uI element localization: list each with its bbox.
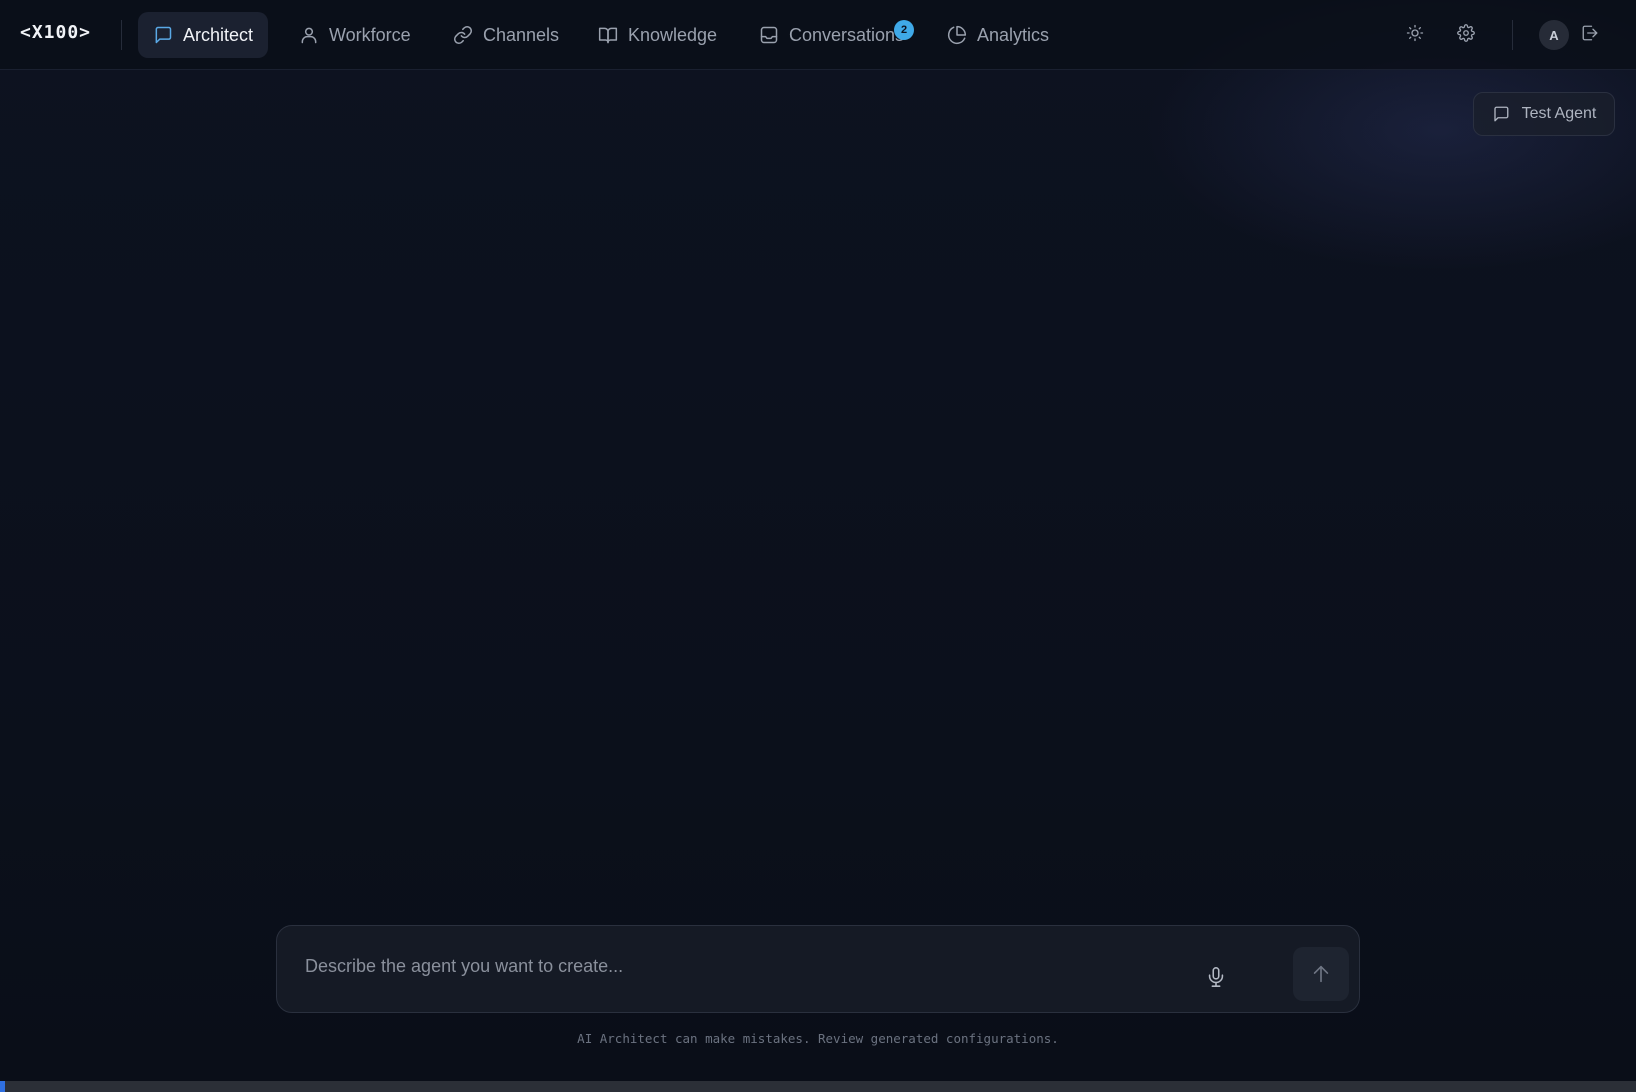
tab-conversations[interactable]: Conversations 2 (744, 12, 919, 58)
tab-workforce-label: Workforce (329, 24, 411, 45)
top-navigation-bar: <X100> Architect Workforce Channels Know (0, 0, 1636, 70)
theme-toggle-button[interactable] (1402, 22, 1428, 48)
conversations-count-badge: 2 (894, 19, 915, 40)
test-agent-button[interactable]: Test Agent (1473, 92, 1615, 136)
tab-architect-label: Architect (183, 24, 254, 45)
users-icon (299, 25, 319, 45)
arrow-up-icon (1310, 963, 1332, 985)
book-icon (598, 25, 618, 45)
tab-workforce[interactable]: Workforce (284, 12, 426, 58)
tab-knowledge-label: Knowledge (628, 24, 718, 45)
send-button[interactable] (1293, 947, 1349, 1001)
tab-channels-label: Channels (483, 24, 560, 45)
voice-input-button[interactable] (1203, 962, 1229, 992)
microphone-icon (1205, 965, 1227, 989)
tab-analytics-label: Analytics (977, 24, 1050, 45)
user-avatar[interactable]: A (1539, 20, 1569, 50)
tab-analytics[interactable]: Analytics (932, 12, 1064, 58)
message-square-icon (1492, 105, 1522, 123)
app-logo[interactable]: <X100> (20, 22, 91, 43)
progress-track (0, 1081, 1636, 1092)
chat-bubble-icon (153, 25, 173, 45)
ai-disclaimer: AI Architect can make mistakes. Review g… (577, 1031, 1059, 1046)
tab-knowledge[interactable]: Knowledge (583, 12, 732, 58)
tab-conversations-label: Conversations (789, 24, 905, 45)
gear-icon (1457, 23, 1475, 47)
settings-button[interactable] (1453, 22, 1479, 48)
link-icon (453, 25, 473, 45)
logout-button[interactable] (1577, 22, 1603, 48)
app-root: <X100> Architect Workforce Channels Know (0, 0, 1636, 1092)
tab-conversations-label-wrap: Conversations 2 (789, 19, 915, 46)
test-agent-label: Test Agent (1521, 105, 1597, 122)
logo-divider (121, 20, 122, 50)
sun-icon (1406, 24, 1424, 47)
pie-chart-icon (947, 25, 967, 45)
prompt-composer (276, 925, 1360, 1013)
progress-fill (0, 1081, 5, 1092)
header-divider (1512, 20, 1513, 50)
logout-icon (1581, 24, 1599, 47)
tab-channels[interactable]: Channels (438, 12, 574, 58)
tab-architect[interactable]: Architect (138, 12, 269, 58)
prompt-input[interactable] (303, 950, 1207, 982)
inbox-icon (759, 25, 779, 45)
